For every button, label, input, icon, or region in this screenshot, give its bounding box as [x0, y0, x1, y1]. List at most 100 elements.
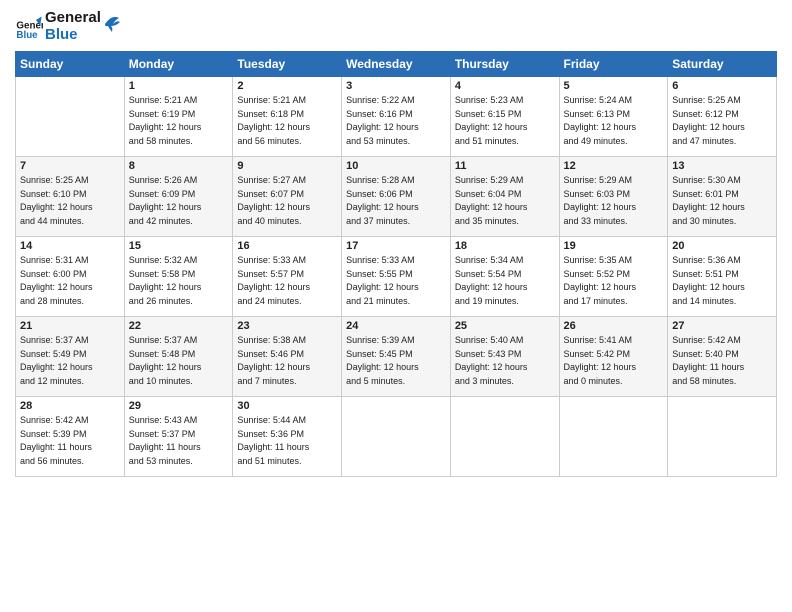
day-header-saturday: Saturday — [668, 52, 777, 77]
calendar-cell — [16, 77, 125, 157]
day-info: Sunrise: 5:41 AM Sunset: 5:42 PM Dayligh… — [564, 334, 664, 388]
calendar-cell: 8 Sunrise: 5:26 AM Sunset: 6:09 PM Daylig… — [124, 157, 233, 237]
day-info: Sunrise: 5:21 AM Sunset: 6:19 PM Dayligh… — [129, 94, 229, 148]
day-info: Sunrise: 5:37 AM Sunset: 5:49 PM Dayligh… — [20, 334, 120, 388]
week-row-3: 14 Sunrise: 5:31 AM Sunset: 6:00 PM Dayli… — [16, 237, 777, 317]
week-row-2: 7 Sunrise: 5:25 AM Sunset: 6:10 PM Daylig… — [16, 157, 777, 237]
calendar-cell: 11 Sunrise: 5:29 AM Sunset: 6:04 PM Dayli… — [450, 157, 559, 237]
day-number: 14 — [20, 240, 120, 252]
day-info: Sunrise: 5:42 AM Sunset: 5:40 PM Dayligh… — [672, 334, 772, 388]
day-number: 9 — [237, 160, 337, 172]
calendar-header-row: SundayMondayTuesdayWednesdayThursdayFrid… — [16, 52, 777, 77]
day-number: 22 — [129, 320, 229, 332]
calendar-cell: 9 Sunrise: 5:27 AM Sunset: 6:07 PM Daylig… — [233, 157, 342, 237]
logo-blue: Blue — [45, 27, 101, 44]
day-number: 5 — [564, 80, 664, 92]
day-number: 3 — [346, 80, 446, 92]
day-info: Sunrise: 5:29 AM Sunset: 6:03 PM Dayligh… — [564, 174, 664, 228]
day-info: Sunrise: 5:25 AM Sunset: 6:12 PM Dayligh… — [672, 94, 772, 148]
calendar-cell: 30Sunrise: 5:44 AM Sunset: 5:36 PM Dayli… — [233, 397, 342, 477]
calendar-cell: 25Sunrise: 5:40 AM Sunset: 5:43 PM Dayli… — [450, 317, 559, 397]
day-info: Sunrise: 5:24 AM Sunset: 6:13 PM Dayligh… — [564, 94, 664, 148]
day-number: 10 — [346, 160, 446, 172]
day-number: 24 — [346, 320, 446, 332]
day-info: Sunrise: 5:33 AM Sunset: 5:55 PM Dayligh… — [346, 254, 446, 308]
day-info: Sunrise: 5:42 AM Sunset: 5:39 PM Dayligh… — [20, 414, 120, 468]
calendar-cell: 2 Sunrise: 5:21 AM Sunset: 6:18 PM Daylig… — [233, 77, 342, 157]
calendar-cell: 13 Sunrise: 5:30 AM Sunset: 6:01 PM Dayli… — [668, 157, 777, 237]
day-header-thursday: Thursday — [450, 52, 559, 77]
day-number: 19 — [564, 240, 664, 252]
calendar-cell: 16 Sunrise: 5:33 AM Sunset: 5:57 PM Dayli… — [233, 237, 342, 317]
calendar-cell: 24 Sunrise: 5:39 AM Sunset: 5:45 PM Dayli… — [342, 317, 451, 397]
day-number: 4 — [455, 80, 555, 92]
day-number: 23 — [237, 320, 337, 332]
day-number: 16 — [237, 240, 337, 252]
day-info: Sunrise: 5:31 AM Sunset: 6:00 PM Dayligh… — [20, 254, 120, 308]
day-info: Sunrise: 5:25 AM Sunset: 6:10 PM Dayligh… — [20, 174, 120, 228]
calendar-cell: 12 Sunrise: 5:29 AM Sunset: 6:03 PM Dayli… — [559, 157, 668, 237]
day-number: 6 — [672, 80, 772, 92]
calendar-cell: 20 Sunrise: 5:36 AM Sunset: 5:51 PM Dayli… — [668, 237, 777, 317]
week-row-4: 21 Sunrise: 5:37 AM Sunset: 5:49 PM Dayli… — [16, 317, 777, 397]
day-header-monday: Monday — [124, 52, 233, 77]
day-info: Sunrise: 5:27 AM Sunset: 6:07 PM Dayligh… — [237, 174, 337, 228]
logo-icon: General Blue — [15, 13, 43, 41]
week-row-5: 28 Sunrise: 5:42 AM Sunset: 5:39 PM Dayli… — [16, 397, 777, 477]
day-number: 30 — [237, 400, 337, 412]
day-number: 26 — [564, 320, 664, 332]
day-number: 7 — [20, 160, 120, 172]
week-row-1: 1 Sunrise: 5:21 AM Sunset: 6:19 PM Daylig… — [16, 77, 777, 157]
day-info: Sunrise: 5:35 AM Sunset: 5:52 PM Dayligh… — [564, 254, 664, 308]
logo-bird-icon — [103, 12, 121, 34]
day-number: 13 — [672, 160, 772, 172]
day-number: 18 — [455, 240, 555, 252]
calendar-cell: 14 Sunrise: 5:31 AM Sunset: 6:00 PM Dayli… — [16, 237, 125, 317]
day-info: Sunrise: 5:30 AM Sunset: 6:01 PM Dayligh… — [672, 174, 772, 228]
calendar-page: General Blue General Blue SundayMondayTu… — [0, 0, 792, 612]
day-number: 1 — [129, 80, 229, 92]
calendar-cell — [668, 397, 777, 477]
day-number: 17 — [346, 240, 446, 252]
day-info: Sunrise: 5:38 AM Sunset: 5:46 PM Dayligh… — [237, 334, 337, 388]
calendar-cell — [559, 397, 668, 477]
calendar-cell: 15 Sunrise: 5:32 AM Sunset: 5:58 PM Dayli… — [124, 237, 233, 317]
day-info: Sunrise: 5:29 AM Sunset: 6:04 PM Dayligh… — [455, 174, 555, 228]
calendar-cell: 22 Sunrise: 5:37 AM Sunset: 5:48 PM Dayli… — [124, 317, 233, 397]
day-header-wednesday: Wednesday — [342, 52, 451, 77]
day-number: 11 — [455, 160, 555, 172]
day-info: Sunrise: 5:36 AM Sunset: 5:51 PM Dayligh… — [672, 254, 772, 308]
calendar-cell: 10Sunrise: 5:28 AM Sunset: 6:06 PM Dayli… — [342, 157, 451, 237]
calendar-cell: 26 Sunrise: 5:41 AM Sunset: 5:42 PM Dayli… — [559, 317, 668, 397]
day-number: 2 — [237, 80, 337, 92]
day-info: Sunrise: 5:34 AM Sunset: 5:54 PM Dayligh… — [455, 254, 555, 308]
calendar-cell — [342, 397, 451, 477]
day-number: 27 — [672, 320, 772, 332]
day-info: Sunrise: 5:32 AM Sunset: 5:58 PM Dayligh… — [129, 254, 229, 308]
day-number: 29 — [129, 400, 229, 412]
page-header: General Blue General Blue — [15, 10, 777, 43]
day-info: Sunrise: 5:33 AM Sunset: 5:57 PM Dayligh… — [237, 254, 337, 308]
day-info: Sunrise: 5:39 AM Sunset: 5:45 PM Dayligh… — [346, 334, 446, 388]
day-info: Sunrise: 5:26 AM Sunset: 6:09 PM Dayligh… — [129, 174, 229, 228]
calendar-cell: 29 Sunrise: 5:43 AM Sunset: 5:37 PM Dayli… — [124, 397, 233, 477]
day-number: 20 — [672, 240, 772, 252]
calendar-cell: 21 Sunrise: 5:37 AM Sunset: 5:49 PM Dayli… — [16, 317, 125, 397]
calendar-cell: 28 Sunrise: 5:42 AM Sunset: 5:39 PM Dayli… — [16, 397, 125, 477]
day-number: 12 — [564, 160, 664, 172]
calendar-cell: 17 Sunrise: 5:33 AM Sunset: 5:55 PM Dayli… — [342, 237, 451, 317]
calendar-cell: 27 Sunrise: 5:42 AM Sunset: 5:40 PM Dayli… — [668, 317, 777, 397]
calendar-cell: 4 Sunrise: 5:23 AM Sunset: 6:15 PM Daylig… — [450, 77, 559, 157]
day-number: 15 — [129, 240, 229, 252]
day-number: 21 — [20, 320, 120, 332]
day-number: 8 — [129, 160, 229, 172]
day-info: Sunrise: 5:43 AM Sunset: 5:37 PM Dayligh… — [129, 414, 229, 468]
day-info: Sunrise: 5:21 AM Sunset: 6:18 PM Dayligh… — [237, 94, 337, 148]
day-info: Sunrise: 5:23 AM Sunset: 6:15 PM Dayligh… — [455, 94, 555, 148]
day-number: 28 — [20, 400, 120, 412]
day-info: Sunrise: 5:37 AM Sunset: 5:48 PM Dayligh… — [129, 334, 229, 388]
day-header-sunday: Sunday — [16, 52, 125, 77]
logo: General Blue General Blue — [15, 10, 121, 43]
svg-text:Blue: Blue — [16, 30, 38, 41]
calendar-cell: 3Sunrise: 5:22 AM Sunset: 6:16 PM Daylig… — [342, 77, 451, 157]
